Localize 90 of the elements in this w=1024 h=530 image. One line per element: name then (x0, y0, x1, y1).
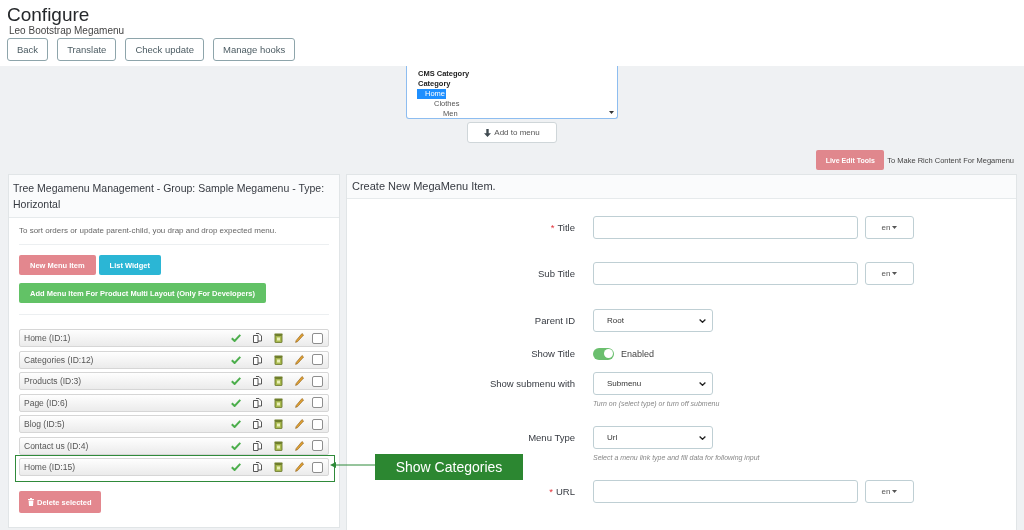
chevron-down-icon (699, 435, 706, 440)
page-title: Configure (7, 4, 90, 26)
checkbox[interactable] (312, 461, 323, 473)
caret-icon (892, 226, 898, 229)
required-mark: * (550, 221, 555, 234)
checkbox[interactable] (312, 375, 323, 387)
copy-icon[interactable] (253, 397, 262, 408)
menu-item-row[interactable]: Contact us (ID:4) (19, 436, 329, 455)
toggle-switch[interactable] (593, 347, 614, 360)
select-dropdown[interactable]: Url (593, 426, 713, 449)
pencil-icon[interactable] (295, 354, 304, 365)
field-label: Title (557, 221, 575, 234)
bin-icon[interactable] (274, 333, 283, 343)
language-dropdown[interactable]: en (865, 262, 914, 285)
select-dropdown[interactable]: Root (593, 309, 713, 332)
checkbox[interactable] (312, 418, 323, 430)
instruction-text: To sort orders or update parent-child, you drap and drop expected menu. (19, 226, 277, 235)
check-icon[interactable] (231, 377, 241, 385)
menu-item-label: Contact us (ID:4) (24, 440, 90, 451)
copy-icon[interactable] (253, 440, 262, 451)
callout-label: Show Categories (375, 454, 523, 480)
copy-icon[interactable] (253, 419, 262, 429)
copy-icon[interactable] (253, 354, 262, 365)
arrow-down-icon (484, 128, 492, 137)
field-label: Show Title (531, 347, 575, 360)
toolbar-button[interactable]: Translate (57, 38, 117, 61)
check-icon[interactable] (231, 463, 241, 471)
trash-icon (28, 498, 34, 506)
chevron-down-icon (699, 381, 706, 386)
check-icon[interactable] (231, 334, 241, 342)
bin-icon[interactable] (274, 376, 283, 386)
field-label: Sub Title (538, 267, 575, 280)
field-label: URL (556, 485, 575, 498)
pencil-icon[interactable] (295, 440, 304, 451)
checkbox[interactable] (312, 397, 323, 408)
check-icon[interactable] (231, 398, 241, 407)
menu-item-label: Categories (ID:12) (24, 354, 95, 365)
menu-item-label: Home (ID:1) (24, 333, 72, 343)
menu-item-label: Page (ID:6) (24, 397, 69, 408)
check-icon[interactable] (231, 420, 241, 428)
copy-icon[interactable] (253, 376, 262, 386)
pencil-icon[interactable] (295, 333, 304, 343)
copy-icon[interactable] (253, 333, 262, 343)
scroll-down-icon[interactable] (609, 111, 614, 114)
chevron-down-icon (699, 318, 706, 323)
menu-item-row[interactable]: Home (ID:1) (19, 329, 329, 347)
checkbox[interactable] (312, 332, 323, 344)
bin-icon[interactable] (274, 440, 283, 451)
field-label: Menu Type (528, 431, 575, 444)
checkbox[interactable] (312, 440, 323, 451)
select-dropdown[interactable]: Submenu (593, 372, 713, 395)
toolbar-button[interactable]: Manage hooks (213, 38, 296, 61)
required-mark: * (549, 485, 553, 498)
bin-icon[interactable] (274, 419, 283, 429)
callout-arrow (330, 462, 376, 468)
menu-item-row[interactable]: Home (ID:15) (19, 458, 329, 476)
pencil-icon[interactable] (295, 462, 304, 472)
copy-icon[interactable] (253, 462, 262, 472)
check-icon[interactable] (231, 355, 241, 364)
language-dropdown[interactable]: en (865, 216, 914, 239)
menu-item-row[interactable]: Page (ID:6) (19, 393, 329, 412)
language-dropdown[interactable]: en (865, 480, 914, 503)
pencil-icon[interactable] (295, 419, 304, 429)
field-label: Parent ID (534, 314, 575, 327)
switch-state-label: Enabled (621, 348, 655, 359)
pencil-icon[interactable] (295, 397, 304, 408)
pencil-icon[interactable] (295, 376, 304, 386)
caret-icon (892, 490, 898, 493)
panel-title: Tree Megamenu Management - Group: Sample Megamenu - Type: Horizontal (9, 175, 339, 218)
menu-item-label: Products (ID:3) (24, 376, 83, 386)
text-input[interactable] (593, 262, 858, 285)
toolbar-button[interactable]: Back (7, 38, 49, 61)
menu-item-row[interactable]: Categories (ID:12) (19, 350, 329, 369)
menu-item-label: Blog (ID:5) (24, 419, 66, 429)
add-to-menu-button[interactable]: Add to menu (467, 122, 557, 143)
checkbox[interactable] (312, 354, 323, 365)
menu-item-label: Home (ID:15) (24, 462, 76, 472)
toolbar-button[interactable]: Check update (125, 38, 204, 61)
text-input[interactable] (593, 216, 858, 239)
bin-icon[interactable] (274, 462, 283, 472)
check-icon[interactable] (231, 441, 241, 450)
text-input[interactable] (593, 480, 858, 503)
menu-item-row[interactable]: Blog (ID:5) (19, 415, 329, 433)
caret-icon (892, 272, 898, 275)
menu-item-row[interactable]: Products (ID:3) (19, 372, 329, 390)
panel-title: Create New MegaMenu Item. (347, 175, 1016, 199)
field-label: Show submenu with (489, 377, 575, 390)
bin-icon[interactable] (274, 397, 283, 408)
bin-icon[interactable] (274, 354, 283, 365)
module-name: Leo Bootstrap Megamenu (9, 25, 125, 36)
